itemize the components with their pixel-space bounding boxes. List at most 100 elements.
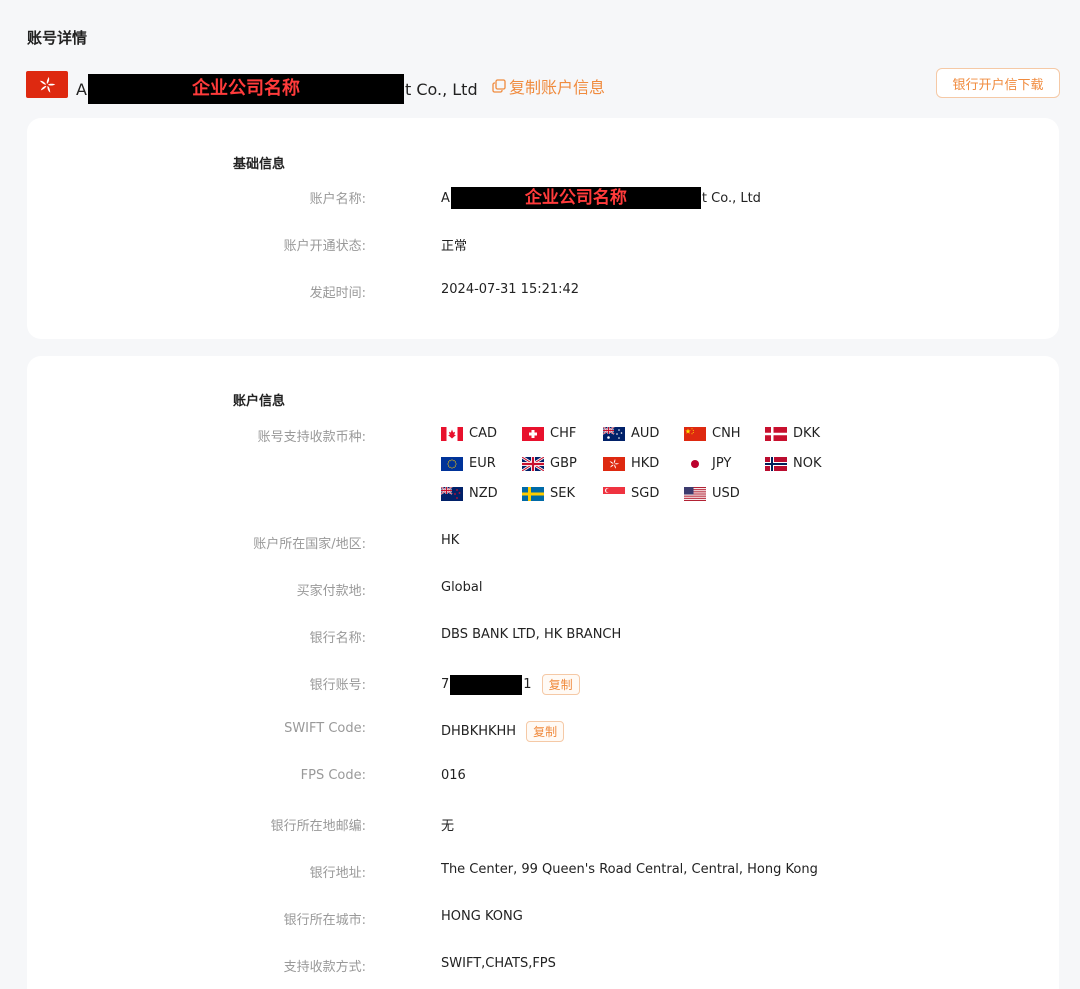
company-name-prefix: A	[76, 79, 87, 99]
sweden-flag-icon	[522, 486, 544, 501]
account-status-value: 正常	[441, 239, 468, 254]
fps-code-row: FPS Code: 016	[27, 768, 1059, 788]
bank-postal-code-label: 银行所在地邮编:	[270, 819, 366, 834]
bank-postal-code-row: 银行所在地邮编: 无	[27, 815, 1059, 835]
bank-city-row: 银行所在城市: HONG KONG	[27, 909, 1059, 929]
page-title: 账号详情	[27, 29, 88, 47]
currency-code: JPY	[712, 456, 732, 471]
payment-methods-row: 支持收款方式: SWIFT,CHATS,FPS	[27, 956, 1059, 976]
currency-code: SEK	[550, 486, 575, 501]
switzerland-flag-icon	[522, 426, 544, 441]
account-name-redaction: 企业公司名称	[450, 187, 701, 209]
account-name-row: 账户名称: A 企业公司名称 t Co., Ltd	[27, 187, 1059, 209]
currency-code: EUR	[469, 456, 496, 471]
currency-code: CNH	[712, 426, 741, 441]
swift-code-label: SWIFT Code:	[284, 721, 366, 736]
singapore-flag-icon	[603, 486, 625, 501]
bank-account-number-value: 7 1 复制	[441, 674, 580, 695]
usa-flag-icon	[684, 486, 706, 501]
bank-address-label: 银行地址:	[309, 866, 366, 881]
buyer-payment-location-value: Global	[441, 580, 483, 595]
bank-name-value: DBS BANK LTD, HK BRANCH	[441, 627, 622, 642]
currency-dkk: DKK	[765, 424, 846, 443]
copy-swift-code-button[interactable]: 复制	[526, 721, 565, 742]
country-region-row: 账户所在国家/地区: HK	[27, 533, 1059, 553]
account-name-suffix: t Co., Ltd	[701, 190, 761, 206]
payment-methods-value: SWIFT,CHATS,FPS	[441, 956, 556, 971]
currency-sek: SEK	[522, 484, 603, 503]
download-bank-letter-button[interactable]: 银行开户信下载	[936, 68, 1060, 98]
currency-jpy: JPY	[684, 454, 765, 473]
currency-nok: NOK	[765, 454, 846, 473]
japan-flag-icon	[684, 456, 706, 471]
currency-cnh: CNH	[684, 424, 765, 443]
account-info-card: 账户信息 账号支持收款币种: CAD CHF AUD CNH DKK EUR G…	[27, 356, 1059, 989]
bank-postal-code-value: 无	[441, 819, 455, 834]
currency-code: GBP	[550, 456, 577, 471]
copy-account-info-label: 复制账户信息	[509, 78, 606, 97]
swift-code-text: DHBKHKHH	[441, 724, 517, 739]
currency-eur: EUR	[441, 454, 522, 473]
bank-address-row: 银行地址: The Center, 99 Queen's Road Centra…	[27, 862, 1059, 882]
country-region-value: HK	[441, 533, 460, 548]
supported-currencies-label: 账号支持收款币种:	[257, 430, 366, 445]
currency-sgd: SGD	[603, 484, 684, 503]
buyer-payment-location-label: 买家付款地:	[296, 584, 366, 599]
account-status-label: 账户开通状态:	[283, 239, 366, 254]
initiated-time-value: 2024-07-31 15:21:42	[441, 282, 580, 297]
bank-address-value: The Center, 99 Queen's Road Central, Cen…	[441, 862, 818, 877]
hong-kong-flag-icon	[26, 71, 68, 98]
uk-flag-icon	[522, 456, 544, 471]
currency-code: CHF	[550, 426, 577, 441]
account-number-suffix: 1	[523, 677, 532, 692]
currency-code: USD	[712, 486, 740, 501]
company-name-suffix: t Co., Ltd	[404, 79, 478, 99]
fps-code-label: FPS Code:	[300, 768, 366, 783]
copy-account-info-button[interactable]: 复制账户信息	[492, 74, 605, 98]
swift-code-row: SWIFT Code: DHBKHKHH 复制	[27, 721, 1059, 742]
fps-code-value: 016	[441, 768, 466, 783]
copy-account-number-button[interactable]: 复制	[541, 674, 580, 695]
account-name-prefix: A	[441, 190, 450, 206]
australia-flag-icon	[603, 426, 625, 441]
basic-info-card: 基础信息 账户名称: A 企业公司名称 t Co., Ltd 账户开通状态: 正…	[27, 118, 1059, 339]
payment-methods-label: 支持收款方式:	[283, 960, 366, 975]
canada-flag-icon	[441, 426, 463, 441]
bank-name-row: 银行名称: DBS BANK LTD, HK BRANCH	[27, 627, 1059, 647]
account-status-row: 账户开通状态: 正常	[27, 235, 1059, 255]
company-name: A 企业公司名称 t Co., Ltd	[76, 74, 478, 104]
currency-code: NOK	[793, 456, 822, 471]
currency-code: AUD	[631, 426, 660, 441]
country-region-label: 账户所在国家/地区:	[253, 537, 366, 552]
currency-list: CAD CHF AUD CNH DKK EUR GBP HKD JPY NOK …	[441, 424, 861, 503]
initiated-time-row: 发起时间: 2024-07-31 15:21:42	[27, 282, 1059, 302]
account-number-prefix: 7	[441, 677, 450, 692]
bank-account-number-label: 银行账号:	[309, 678, 366, 693]
china-flag-icon	[684, 426, 706, 441]
bank-account-number-row: 银行账号: 7 1 复制	[27, 674, 1059, 695]
account-name-label: 账户名称:	[309, 192, 366, 207]
hong-kong-flag-icon	[603, 456, 625, 471]
bank-city-label: 银行所在城市:	[283, 913, 366, 928]
currency-code: NZD	[469, 486, 498, 501]
currency-nzd: NZD	[441, 484, 522, 503]
swift-code-value: DHBKHKHH 复制	[441, 721, 565, 742]
currency-code: SGD	[631, 486, 660, 501]
copy-icon	[492, 79, 506, 93]
bank-city-value: HONG KONG	[441, 909, 523, 924]
basic-info-title: 基础信息	[233, 157, 286, 172]
denmark-flag-icon	[765, 426, 787, 441]
company-name-redaction: 企业公司名称	[87, 74, 404, 104]
new-zealand-flag-icon	[441, 486, 463, 501]
currency-code: CAD	[469, 426, 497, 441]
currency-code: DKK	[793, 426, 821, 441]
bank-name-label: 银行名称:	[309, 631, 366, 646]
currency-gbp: GBP	[522, 454, 603, 473]
buyer-payment-location-row: 买家付款地: Global	[27, 580, 1059, 600]
currency-aud: AUD	[603, 424, 684, 443]
currency-code: HKD	[631, 456, 660, 471]
currency-usd: USD	[684, 484, 765, 503]
eu-flag-icon	[441, 456, 463, 471]
currency-hkd: HKD	[603, 454, 684, 473]
norway-flag-icon	[765, 456, 787, 471]
